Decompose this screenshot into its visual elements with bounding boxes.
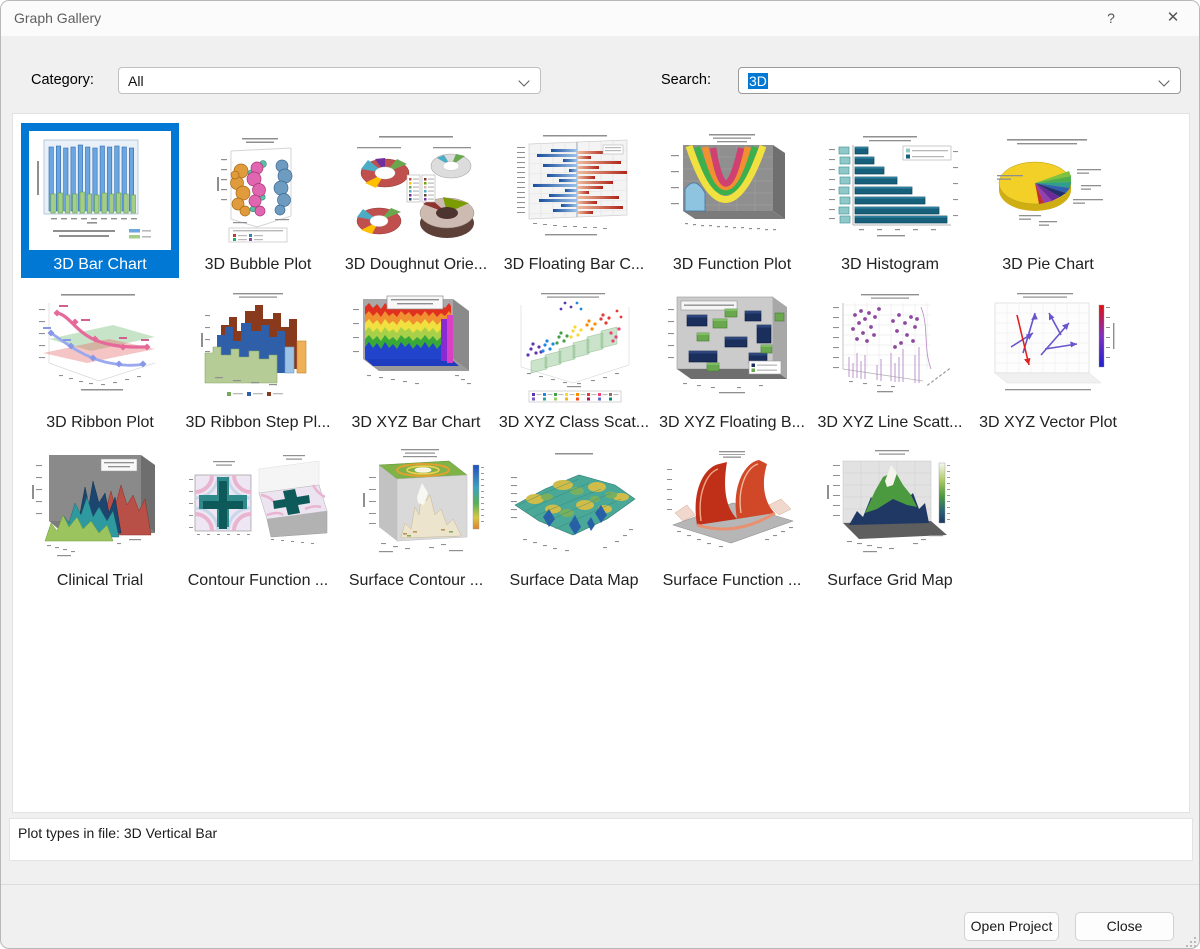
3d-xyz-vector-plot-thumbnail xyxy=(977,289,1119,408)
surface-function-thumbnail xyxy=(661,447,803,566)
close-icon[interactable]: ✕ xyxy=(1155,1,1191,36)
chevron-down-icon xyxy=(1158,75,1169,86)
open-project-button[interactable]: Open Project xyxy=(964,912,1059,941)
gallery-item-label: 3D XYZ Class Scat... xyxy=(499,410,649,436)
gallery-item-3d-histogram[interactable]: 3D Histogram xyxy=(811,123,969,278)
gallery-item-contour-function[interactable]: Contour Function ... xyxy=(179,439,337,594)
gallery-item-label: Contour Function ... xyxy=(188,568,329,594)
3d-bubble-plot-thumbnail xyxy=(187,131,329,250)
category-value: All xyxy=(128,73,144,89)
clinical-trial-thumbnail xyxy=(29,447,171,566)
3d-xyz-bar-chart-thumbnail xyxy=(345,289,487,408)
category-dropdown[interactable]: All xyxy=(118,67,541,94)
gallery-item-label: Clinical Trial xyxy=(57,568,143,594)
resize-grip-icon[interactable] xyxy=(1185,936,1197,948)
search-input[interactable]: 3D xyxy=(738,67,1181,94)
3d-xyz-class-scatter-thumbnail xyxy=(503,289,645,408)
gallery-grid: 3D Bar Chart xyxy=(13,114,1189,597)
gallery-item-label: Surface Grid Map xyxy=(827,568,952,594)
category-label: Category: xyxy=(31,67,94,94)
gallery-panel: 3D Bar Chart xyxy=(12,113,1190,813)
3d-ribbon-step-plot-thumbnail xyxy=(187,289,329,408)
gallery-item-3d-doughnut[interactable]: 3D Doughnut Orie... xyxy=(337,123,495,278)
chevron-down-icon xyxy=(518,75,529,86)
gallery-item-label: 3D XYZ Bar Chart xyxy=(352,410,481,436)
gallery-item-label: 3D XYZ Line Scatt... xyxy=(818,410,963,436)
gallery-item-surface-function[interactable]: Surface Function ... xyxy=(653,439,811,594)
gallery-item-label: 3D Floating Bar C... xyxy=(504,252,645,278)
gallery-item-3d-xyz-vector-plot[interactable]: 3D XYZ Vector Plot xyxy=(969,281,1127,436)
gallery-item-label: 3D XYZ Vector Plot xyxy=(979,410,1117,436)
surface-data-map-thumbnail xyxy=(503,447,645,566)
3d-doughnut-thumbnail xyxy=(345,131,487,250)
gallery-item-label: 3D Ribbon Plot xyxy=(46,410,154,436)
3d-bar-chart-thumbnail xyxy=(29,131,171,250)
gallery-item-label: 3D Doughnut Orie... xyxy=(345,252,487,278)
gallery-item-surface-grid-map[interactable]: Surface Grid Map xyxy=(811,439,969,594)
graph-gallery-dialog: Graph Gallery ? ✕ Category: All Search: … xyxy=(0,0,1200,949)
gallery-item-3d-ribbon-step-plot[interactable]: 3D Ribbon Step Pl... xyxy=(179,281,337,436)
surface-contour-thumbnail xyxy=(345,447,487,566)
dialog-title: Graph Gallery xyxy=(14,1,101,36)
gallery-item-label: 3D Function Plot xyxy=(673,252,791,278)
gallery-item-clinical-trial[interactable]: Clinical Trial xyxy=(21,439,179,594)
3d-function-plot-thumbnail xyxy=(661,131,803,250)
gallery-item-label: 3D XYZ Floating B... xyxy=(659,410,805,436)
gallery-item-label: 3D Ribbon Step Pl... xyxy=(186,410,331,436)
gallery-item-3d-pie-chart[interactable]: 3D Pie Chart xyxy=(969,123,1127,278)
gallery-item-label: Surface Function ... xyxy=(663,568,802,594)
gallery-item-3d-floating-bar[interactable]: 3D Floating Bar C... xyxy=(495,123,653,278)
gallery-item-3d-xyz-floating-bar[interactable]: 3D XYZ Floating B... xyxy=(653,281,811,436)
3d-xyz-line-scatter-thumbnail xyxy=(819,289,961,408)
gallery-item-surface-contour[interactable]: Surface Contour ... xyxy=(337,439,495,594)
3d-ribbon-plot-thumbnail xyxy=(29,289,171,408)
close-button[interactable]: Close xyxy=(1075,912,1174,941)
gallery-item-3d-bar-chart[interactable]: 3D Bar Chart xyxy=(21,123,179,278)
status-bar: Plot types in file: 3D Vertical Bar xyxy=(9,818,1193,861)
gallery-item-label: 3D Histogram xyxy=(841,252,939,278)
gallery-item-label: 3D Pie Chart xyxy=(1002,252,1094,278)
gallery-item-3d-ribbon-plot[interactable]: 3D Ribbon Plot xyxy=(21,281,179,436)
3d-floating-bar-thumbnail xyxy=(503,131,645,250)
footer-divider xyxy=(1,884,1200,885)
gallery-item-label: Surface Data Map xyxy=(510,568,639,594)
gallery-item-label: Surface Contour ... xyxy=(349,568,483,594)
gallery-item-3d-xyz-bar-chart[interactable]: 3D XYZ Bar Chart xyxy=(337,281,495,436)
status-text: Plot types in file: 3D Vertical Bar xyxy=(18,825,217,841)
help-icon[interactable]: ? xyxy=(1093,1,1129,36)
gallery-item-label: 3D Bubble Plot xyxy=(205,252,312,278)
gallery-item-3d-xyz-line-scatter[interactable]: 3D XYZ Line Scatt... xyxy=(811,281,969,436)
3d-pie-chart-thumbnail xyxy=(977,131,1119,250)
gallery-item-surface-data-map[interactable]: Surface Data Map xyxy=(495,439,653,594)
search-value-selected-text: 3D xyxy=(748,73,768,89)
search-label: Search: xyxy=(661,67,711,94)
gallery-item-3d-xyz-class-scatter[interactable]: 3D XYZ Class Scat... xyxy=(495,281,653,436)
3d-xyz-floating-bar-thumbnail xyxy=(661,289,803,408)
3d-histogram-thumbnail xyxy=(819,131,961,250)
surface-grid-map-thumbnail xyxy=(819,447,961,566)
contour-function-thumbnail xyxy=(187,447,329,566)
gallery-item-label: 3D Bar Chart xyxy=(53,252,146,278)
title-bar: Graph Gallery ? ✕ xyxy=(1,1,1199,36)
gallery-item-3d-bubble-plot[interactable]: 3D Bubble Plot xyxy=(179,123,337,278)
gallery-item-3d-function-plot[interactable]: 3D Function Plot xyxy=(653,123,811,278)
